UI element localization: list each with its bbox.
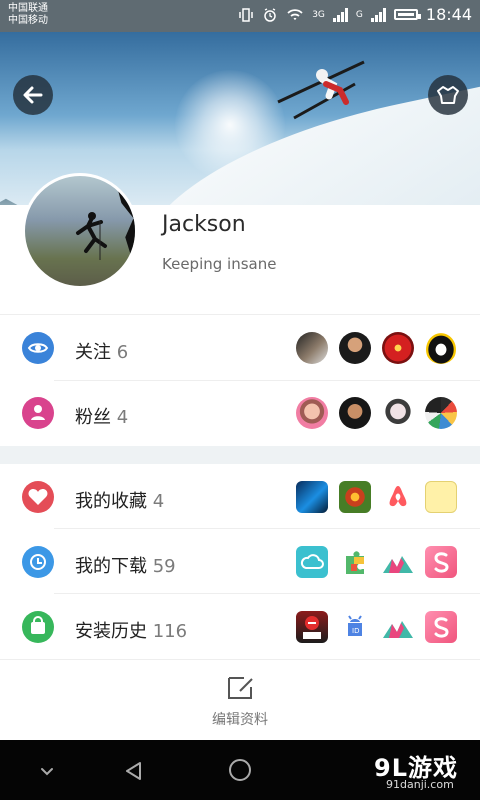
sdk-app-icon xyxy=(296,611,328,643)
battery-icon xyxy=(393,9,421,20)
heart-icon xyxy=(22,481,54,513)
climber-icon xyxy=(76,212,107,260)
carrier-primary: 中国联通 xyxy=(8,3,48,14)
clock-icon xyxy=(22,546,54,578)
skier-illustration xyxy=(277,60,365,120)
favorites-row[interactable]: 我的收藏 4 xyxy=(0,465,480,529)
followers-row[interactable]: 粉丝 4 xyxy=(0,381,480,445)
downloads-label: 我的下载 59 xyxy=(75,556,176,577)
svg-text:ID: ID xyxy=(352,627,359,635)
follower-avatar-4 xyxy=(425,397,457,429)
eye-icon xyxy=(22,332,54,364)
mountain-app-icon-1 xyxy=(382,546,414,578)
network-type: 3G xyxy=(312,9,325,20)
section-separator xyxy=(0,446,480,464)
watermark-site: 91danji.com xyxy=(386,778,454,791)
airbnb-app-icon xyxy=(382,481,414,513)
secondary-signal-icon xyxy=(370,7,386,22)
android-navigation-bar: 9L游戏 91danji.com xyxy=(0,740,480,800)
profile-status: Keeping insane xyxy=(162,255,277,273)
cloud-app-icon xyxy=(296,546,328,578)
alarm-icon xyxy=(264,7,276,22)
shirt-icon xyxy=(437,86,459,104)
install-history-apps: ID xyxy=(296,611,460,643)
carrier-info: 中国联通 中国移动 xyxy=(8,3,48,27)
s-app-icon-1 xyxy=(425,546,457,578)
install-history-row[interactable]: 安装历史 116 ID xyxy=(0,595,480,659)
row-divider-3 xyxy=(54,593,480,594)
downloads-row[interactable]: 我的下载 59 xyxy=(0,530,480,594)
favorite-app-4 xyxy=(425,481,457,513)
follower-avatar-1 xyxy=(296,397,328,429)
following-avatars xyxy=(296,332,460,364)
android-id-app-icon: ID xyxy=(339,611,371,643)
followers-label: 粉丝 4 xyxy=(75,407,129,428)
avatar[interactable] xyxy=(22,173,138,289)
s-app-icon-2 xyxy=(425,611,457,643)
row-divider-2 xyxy=(54,528,480,529)
following-avatar-3 xyxy=(382,332,414,364)
following-avatar-4 xyxy=(425,332,457,364)
following-row[interactable]: 关注 6 xyxy=(0,316,480,380)
status-bar: 中国联通 中国移动 3G G 18:44 xyxy=(0,0,480,32)
profile-name: Jackson xyxy=(162,212,246,237)
edit-profile-label: 编辑资料 xyxy=(212,712,268,728)
carrier-secondary: 中国移动 xyxy=(8,15,48,26)
network-generation: G xyxy=(355,9,363,20)
favorite-app-2 xyxy=(339,481,371,513)
vibrate-icon xyxy=(239,7,253,22)
signal-strength-icon xyxy=(332,7,348,22)
person-icon xyxy=(22,397,54,429)
clock-time: 18:44 xyxy=(425,5,472,24)
shopping-bag-icon xyxy=(22,611,54,643)
system-status: 3G G 18:44 xyxy=(238,5,472,24)
favorites-label: 我的收藏 4 xyxy=(75,491,165,512)
mountain-app-icon-2 xyxy=(382,611,414,643)
edit-icon xyxy=(228,677,253,699)
puzzle-app-icon xyxy=(339,546,371,578)
circle-home-icon[interactable] xyxy=(226,756,254,784)
triangle-back-icon[interactable] xyxy=(120,757,148,785)
following-avatar-2 xyxy=(339,332,371,364)
favorite-app-1 xyxy=(296,481,328,513)
back-button[interactable] xyxy=(13,75,53,115)
wifi-icon xyxy=(287,8,303,20)
follower-avatar-2 xyxy=(339,397,371,429)
arrow-left-icon xyxy=(23,86,43,104)
chevron-down-icon[interactable] xyxy=(33,757,61,785)
install-history-label: 安装历史 116 xyxy=(75,621,188,642)
follower-avatar-3 xyxy=(382,397,414,429)
profile-divider xyxy=(0,314,480,315)
following-label: 关注 6 xyxy=(75,342,129,363)
download-apps xyxy=(296,546,460,578)
favorite-apps xyxy=(296,481,460,513)
edit-profile-button[interactable]: 编辑资料 xyxy=(0,660,480,740)
following-avatar-1 xyxy=(296,332,328,364)
theme-button[interactable] xyxy=(428,75,468,115)
follower-avatars xyxy=(296,397,460,429)
